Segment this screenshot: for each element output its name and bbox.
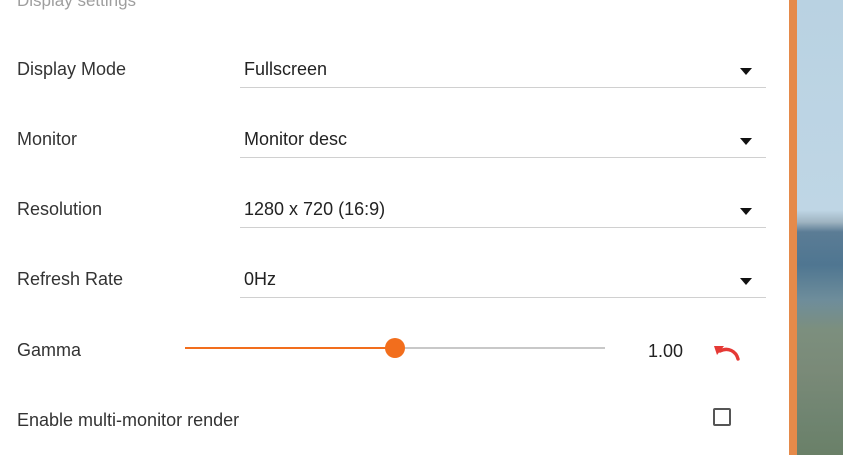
dropdown-arrow-icon xyxy=(740,278,752,285)
dropdown-arrow-icon xyxy=(740,138,752,145)
background-scene xyxy=(797,0,843,455)
refresh-rate-value: 0Hz xyxy=(244,269,277,289)
gamma-slider-fill xyxy=(185,347,395,349)
dropdown-arrow-icon xyxy=(740,68,752,75)
refresh-rate-select[interactable]: 0Hz xyxy=(240,267,766,298)
multi-monitor-label: Enable multi-monitor render xyxy=(17,410,240,430)
refresh-rate-label: Refresh Rate xyxy=(17,269,124,289)
display-mode-label: Display Mode xyxy=(17,59,127,79)
section-title: Display settings xyxy=(17,0,137,10)
dropdown-arrow-icon xyxy=(740,208,752,215)
resolution-select[interactable]: 1280 x 720 (16:9) xyxy=(240,197,766,228)
side-accent-bar xyxy=(789,0,797,455)
gamma-slider[interactable] xyxy=(185,337,605,359)
display-mode-value: Fullscreen xyxy=(244,59,328,79)
monitor-value: Monitor desc xyxy=(244,129,348,149)
display-mode-select[interactable]: Fullscreen xyxy=(240,57,766,88)
resolution-label: Resolution xyxy=(17,199,103,219)
gamma-label: Gamma xyxy=(17,340,82,360)
resolution-value: 1280 x 720 (16:9) xyxy=(244,199,386,219)
monitor-label: Monitor xyxy=(17,129,78,149)
monitor-select[interactable]: Monitor desc xyxy=(240,127,766,158)
multi-monitor-checkbox[interactable] xyxy=(713,408,731,426)
gamma-value: 1.00 xyxy=(648,341,684,361)
undo-icon[interactable] xyxy=(712,340,744,362)
display-settings-panel: Display settings Display Mode Fullscreen… xyxy=(0,0,789,455)
gamma-slider-thumb[interactable] xyxy=(385,338,405,358)
